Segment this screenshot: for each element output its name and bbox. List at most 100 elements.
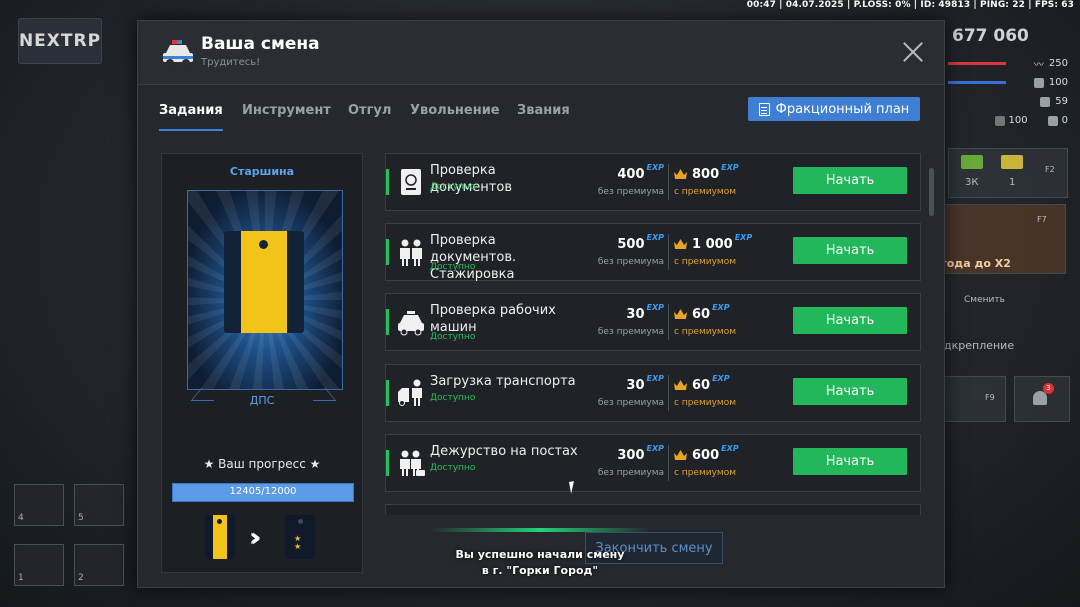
base-sub-label: без премиума xyxy=(597,257,664,267)
base-exp-value: 300 xyxy=(617,448,645,463)
drink-icon xyxy=(1040,96,1051,107)
task-name: Дежурство на постах xyxy=(430,444,578,459)
patrol-icon xyxy=(400,450,425,476)
task-row: Проверка документов Доступно 400 EXP без … xyxy=(385,153,921,211)
progress-text: 12405/12000 xyxy=(229,486,297,497)
exp-label: EXP xyxy=(721,163,739,172)
premium-reward: 800 EXP с премиумом xyxy=(674,163,754,197)
armor-icon xyxy=(994,115,1005,126)
exp-label: EXP xyxy=(646,303,665,312)
promo-text: года до X2 xyxy=(941,257,1011,270)
rank-unit: ДПС xyxy=(249,394,275,407)
premium-exp-value: 1 000 xyxy=(692,237,733,252)
task-row: Дежурство на постах Доступно 300 EXP без … xyxy=(385,434,921,492)
base-sub-label: без премиума xyxy=(597,398,664,408)
weapon-slot-2[interactable]: 2 xyxy=(74,544,124,586)
premium-sub-label: с премиумом xyxy=(674,327,736,337)
premium-sub-label: с премиумом xyxy=(674,257,736,267)
modal-title: Ваша смена xyxy=(201,34,320,54)
armor-stat: 100 0 xyxy=(948,111,1068,130)
promo-panel: F7 года до X2 xyxy=(940,204,1066,274)
toast-line-2: в г. "Горки Город" xyxy=(481,564,599,577)
start-button[interactable]: Начать xyxy=(793,167,907,194)
document-icon xyxy=(758,102,770,116)
task-status: Доступно xyxy=(430,262,476,272)
key-hint-f7: F7 xyxy=(1037,215,1047,224)
task-row-partial xyxy=(385,504,921,515)
key-hint-f2: F2 xyxy=(1045,165,1055,174)
premium-exp-value: 60 xyxy=(692,307,711,322)
tab-time-off[interactable]: Отгул xyxy=(348,103,391,118)
food-stat: 100 xyxy=(948,73,1068,92)
faction-plan-button[interactable]: Фракционный план xyxy=(748,97,920,121)
next-rank-arrows-icon: ›› xyxy=(249,523,263,553)
rank-card xyxy=(187,190,343,390)
base-reward: 30 EXP без премиума xyxy=(586,303,664,337)
food-bar xyxy=(948,81,1006,84)
task-list-scrollbar[interactable] xyxy=(929,168,934,216)
weapon-slot-1[interactable]: 1 xyxy=(14,544,64,586)
faction-plan-label: Фракционный план xyxy=(775,101,910,117)
rank-title: Старшина xyxy=(229,165,295,178)
slot-number: 2 xyxy=(78,573,84,583)
hotbar-count-a: 3К xyxy=(965,177,979,188)
start-button[interactable]: Начать xyxy=(793,378,907,405)
armor-value: 100 xyxy=(1008,115,1028,126)
heartbeat-icon: 〰 xyxy=(1033,60,1044,71)
start-button[interactable]: Начать xyxy=(793,237,907,264)
tab-instrument[interactable]: Инструмент xyxy=(242,103,331,118)
base-exp-value: 30 xyxy=(626,307,645,322)
officers-icon xyxy=(400,239,422,266)
weapon-slot-4[interactable]: 4 xyxy=(14,484,64,526)
task-name: Загрузка транспорта xyxy=(430,374,576,389)
police-car-icon xyxy=(163,40,193,67)
task-row: Проверка документов. Стажировка Доступно… xyxy=(385,223,921,282)
task-list: Проверка документов Доступно 400 EXP без … xyxy=(385,153,921,515)
tab-tasks[interactable]: Задания xyxy=(159,103,223,131)
mouse-cursor-icon xyxy=(569,480,581,494)
start-button[interactable]: Начать xyxy=(793,448,907,475)
player-stats: 〰 250 100 59 100 0 xyxy=(948,54,1068,130)
premium-reward: 60 EXP с премиумом xyxy=(674,303,754,337)
exp-label: EXP xyxy=(646,374,665,383)
premium-exp-value: 800 xyxy=(692,167,720,182)
exp-label: EXP xyxy=(646,444,665,453)
base-reward: 500 EXP без премиума xyxy=(586,233,664,267)
tab-dismissal[interactable]: Увольнение xyxy=(410,103,500,118)
shift-modal: Ваша смена Трудитесь! Задания Инструмент… xyxy=(137,20,945,588)
task-name: Проверка рабочих машин xyxy=(430,303,556,335)
cash-icon-2 xyxy=(1001,155,1023,169)
rank-panel: Старшина ДПС ★ Ваш прогресс ★ 12405/1200… xyxy=(161,153,363,573)
food-icon xyxy=(1033,77,1044,88)
base-reward: 30 EXP без премиума xyxy=(586,374,664,408)
notification-badge: 3 xyxy=(1043,383,1054,394)
weapon-slot-5[interactable]: 5 xyxy=(74,484,124,526)
next-rank-epaulet-icon: ★ ★ xyxy=(285,515,315,559)
inventory-hotbar: 3К 1 F2 xyxy=(948,148,1068,198)
crown-icon xyxy=(674,380,687,390)
toast-line-1: Вы успешно начали смену xyxy=(455,548,625,561)
tab-ranks[interactable]: Звания xyxy=(517,103,570,118)
switch-hint: Сменить xyxy=(964,295,1005,305)
start-button[interactable]: Начать xyxy=(793,307,907,334)
modal-subtitle: Трудитесь! xyxy=(201,57,261,68)
toast-glow xyxy=(430,528,650,532)
premium-reward: 1 000 EXP с премиумом xyxy=(674,233,754,267)
premium-sub-label: с премиумом xyxy=(674,187,736,197)
progress-bar: 12405/12000 xyxy=(172,483,354,502)
notifications-slot[interactable]: 3 xyxy=(1014,376,1070,422)
close-icon[interactable] xyxy=(902,41,924,63)
health-stat: 〰 250 xyxy=(948,54,1068,73)
task-name: Проверка документов. Стажировка xyxy=(430,233,517,282)
money-counter: 677 060 xyxy=(952,26,1029,46)
premium-sub-label: с премиумом xyxy=(674,468,736,478)
weapon-slots: 4 5 1 2 xyxy=(14,484,126,594)
toast-message: Вы успешно начали смену в г. "Горки Горо… xyxy=(400,547,680,579)
slot-number: 4 xyxy=(18,513,24,523)
backup-hint: дкрепление xyxy=(944,339,1015,352)
task-row: Загрузка транспорта Доступно 30 EXP без п… xyxy=(385,364,921,422)
exp-label: EXP xyxy=(721,444,739,453)
slot-number: 5 xyxy=(78,513,84,523)
premium-sub-label: с премиумом xyxy=(674,398,736,408)
premium-exp-value: 600 xyxy=(692,448,720,463)
